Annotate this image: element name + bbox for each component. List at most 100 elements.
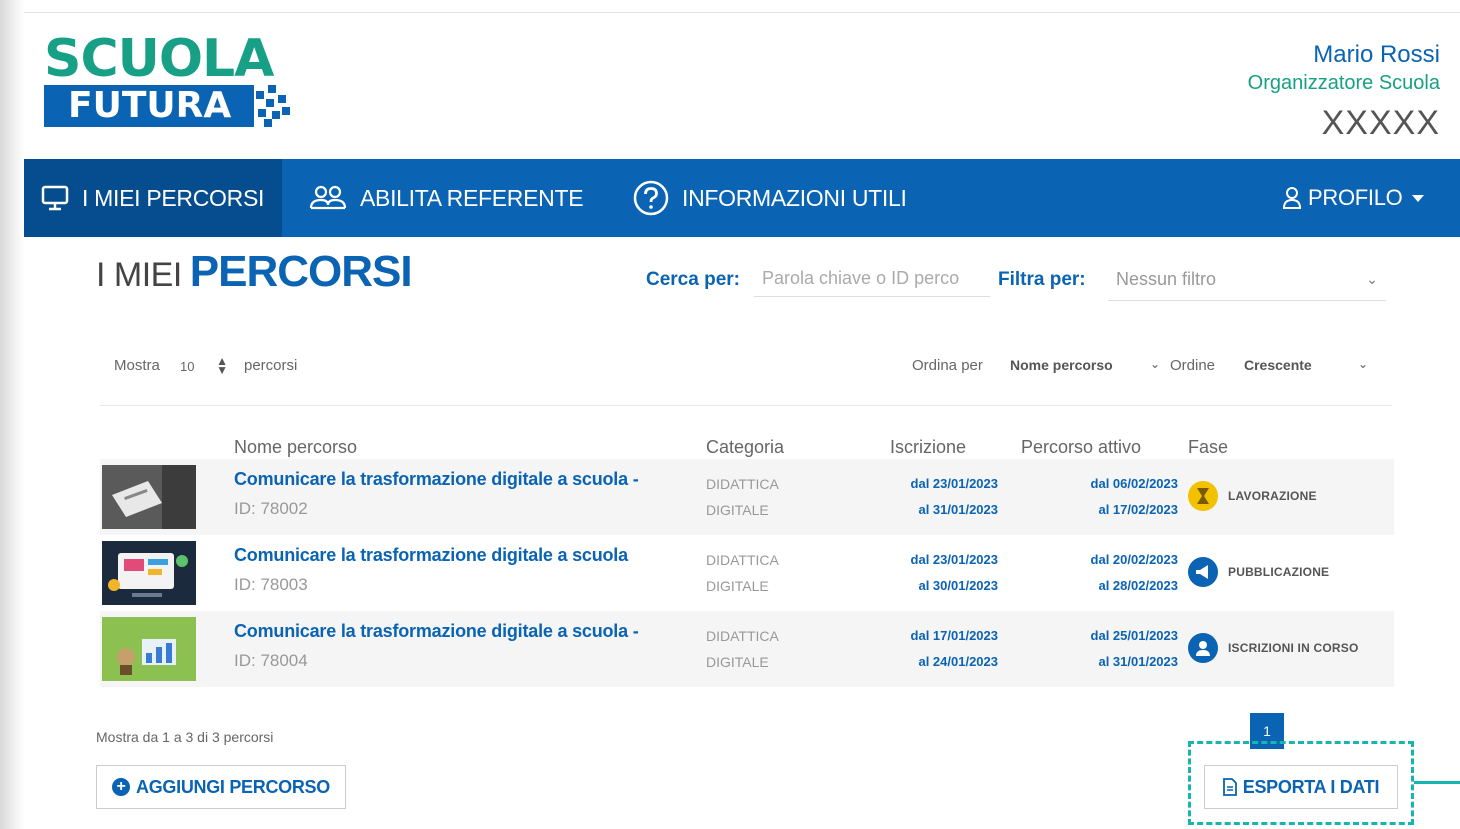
- course-thumbnail: [102, 541, 196, 605]
- add-course-button[interactable]: + AGGIUNGI PERCORSO: [96, 765, 346, 809]
- logo-line-2: FUTURA: [44, 85, 254, 127]
- page-title: I MIEI PERCORSI: [96, 247, 413, 297]
- table-row[interactable]: Comunicare la trasformazione digitale a …: [100, 535, 1394, 611]
- course-category: DIDATTICA DIGITALE: [706, 471, 816, 523]
- page-shadow: [0, 0, 24, 829]
- enrollment-to: al 31/01/2023: [918, 502, 998, 517]
- phase-label: ISCRIZIONI IN CORSO: [1228, 641, 1359, 655]
- logo-pixel-dots: [256, 85, 290, 127]
- nav-item-informazioni-utili[interactable]: INFORMAZIONI UTILI: [632, 159, 907, 237]
- user-name: Mario Rossi: [1313, 41, 1440, 68]
- active-dates: dal 25/01/2023 al 31/01/2023: [1060, 623, 1178, 675]
- main-navbar: I MIEI PERCORSI ABILITA REFERENTE INFORM…: [24, 159, 1460, 237]
- enrollment-dates: dal 17/01/2023 al 24/01/2023: [880, 623, 998, 675]
- page-title-light: I MIEI: [96, 256, 182, 294]
- filter-value: Nessun filtro: [1116, 269, 1217, 289]
- user-icon: [1282, 187, 1302, 209]
- active-to: al 17/02/2023: [1098, 502, 1178, 517]
- nav-label-informazioni-utili: INFORMAZIONI UTILI: [682, 184, 907, 211]
- course-name[interactable]: Comunicare la trasformazione digitale a …: [234, 545, 628, 566]
- phase-label: PUBBLICAZIONE: [1228, 565, 1330, 579]
- course-category: DIDATTICA DIGITALE: [706, 623, 816, 675]
- question-circle-icon: [633, 180, 669, 216]
- column-header-percorso-attivo[interactable]: Percorso attivo: [1021, 437, 1141, 458]
- order-value: Crescente: [1244, 357, 1312, 373]
- active-to: al 31/01/2023: [1098, 654, 1178, 669]
- chevron-down-icon: ⌄: [1357, 357, 1368, 371]
- course-category: DIDATTICA DIGITALE: [706, 547, 816, 599]
- search-input[interactable]: [754, 261, 990, 297]
- course-id: ID: 78002: [234, 499, 308, 518]
- enrollment-from: dal 17/01/2023: [910, 628, 998, 643]
- enrollment-to: al 24/01/2023: [918, 654, 998, 669]
- active-from: dal 06/02/2023: [1090, 476, 1178, 491]
- person-icon: [1188, 633, 1218, 663]
- course-thumbnail: [102, 617, 196, 681]
- page-size-select[interactable]: 10 ▲ ▼: [174, 353, 234, 381]
- show-label: Mostra: [114, 357, 160, 374]
- nav-label-abilita-referente: ABILITA REFERENTE: [360, 184, 584, 211]
- order-label: Ordine: [1170, 357, 1216, 374]
- enrollment-dates: dal 23/01/2023 al 31/01/2023: [880, 471, 998, 523]
- spinner-icon: ▲ ▼: [216, 354, 228, 377]
- chevron-down-icon: [1412, 194, 1425, 202]
- nav-item-abilita-referente[interactable]: ABILITA REFERENTE: [308, 159, 584, 237]
- column-header-nome[interactable]: Nome percorso: [234, 437, 357, 458]
- nav-item-miei-percorsi[interactable]: I MIEI PERCORSI: [24, 159, 282, 237]
- school-code: XXXXX: [1321, 104, 1440, 142]
- enrollment-from: dal 23/01/2023: [910, 476, 998, 491]
- export-data-button[interactable]: ESPORTA I DATI: [1204, 765, 1398, 809]
- course-id: ID: 78003: [234, 575, 308, 594]
- pagination-info: Mostra da 1 a 3 di 3 percorsi: [96, 729, 274, 745]
- logo-line-1: SCUOLA: [44, 29, 274, 89]
- sort-select[interactable]: Nome percorso ⌄: [1010, 357, 1160, 373]
- megaphone-icon: [1188, 557, 1218, 587]
- sort-value: Nome percorso: [1010, 357, 1113, 373]
- monitor-icon: [41, 185, 69, 211]
- user-info: Mario Rossi Organizzatore Scuola XXXXX: [1248, 41, 1440, 141]
- course-name[interactable]: Comunicare la trasformazione digitale a …: [234, 621, 639, 642]
- nav-label-miei-percorsi: I MIEI PERCORSI: [82, 184, 265, 211]
- profile-label: PROFILO: [1308, 185, 1403, 210]
- filter-label: Filtra per:: [998, 269, 1086, 290]
- filter-select[interactable]: Nessun filtro ⌄: [1108, 261, 1386, 301]
- active-dates: dal 06/02/2023 al 17/02/2023: [1060, 471, 1178, 523]
- hourglass-icon: [1188, 481, 1218, 511]
- user-role: Organizzatore Scuola: [1247, 72, 1440, 94]
- enrollment-to: al 30/01/2023: [918, 578, 998, 593]
- export-highlight-connector: [1414, 781, 1460, 784]
- profile-dropdown[interactable]: PROFILO: [1282, 159, 1425, 237]
- page-title-bold: PERCORSI: [189, 247, 413, 296]
- category-line-2: DIGITALE: [706, 578, 769, 594]
- search-label: Cerca per:: [646, 269, 740, 290]
- active-from: dal 20/02/2023: [1090, 552, 1178, 567]
- page-size-value: 10: [180, 359, 195, 374]
- file-icon: [1222, 778, 1237, 796]
- column-header-iscrizione[interactable]: Iscrizione: [890, 437, 966, 458]
- category-line-1: DIDATTICA: [706, 476, 779, 492]
- show-suffix: percorsi: [244, 357, 298, 374]
- app-frame: SCUOLA FUTURA Mario Rossi Organizzatore …: [24, 12, 1460, 829]
- enrollment-dates: dal 23/01/2023 al 30/01/2023: [880, 547, 998, 599]
- active-from: dal 25/01/2023: [1090, 628, 1178, 643]
- category-line-2: DIGITALE: [706, 654, 769, 670]
- active-dates: dal 20/02/2023 al 28/02/2023: [1060, 547, 1178, 599]
- table-row[interactable]: Comunicare la trasformazione digitale a …: [100, 459, 1394, 535]
- category-line-2: DIGITALE: [706, 502, 769, 518]
- course-name[interactable]: Comunicare la trasformazione digitale a …: [234, 469, 639, 490]
- enrollment-from: dal 23/01/2023: [910, 552, 998, 567]
- column-header-fase[interactable]: Fase: [1188, 437, 1228, 458]
- order-select[interactable]: Crescente ⌄: [1244, 357, 1368, 373]
- category-line-1: DIDATTICA: [706, 628, 779, 644]
- active-to: al 28/02/2023: [1098, 578, 1178, 593]
- plus-circle-icon: +: [112, 778, 131, 796]
- add-course-label: AGGIUNGI PERCORSO: [136, 776, 330, 797]
- column-header-categoria[interactable]: Categoria: [706, 437, 784, 458]
- table-row[interactable]: Comunicare la trasformazione digitale a …: [100, 611, 1394, 687]
- sort-label: Ordina per: [912, 357, 983, 374]
- users-icon: [309, 185, 347, 210]
- divider: [100, 405, 1392, 406]
- scuola-futura-logo[interactable]: SCUOLA FUTURA: [44, 33, 304, 133]
- course-id: ID: 78004: [234, 651, 308, 670]
- export-data-label: ESPORTA I DATI: [1242, 776, 1380, 797]
